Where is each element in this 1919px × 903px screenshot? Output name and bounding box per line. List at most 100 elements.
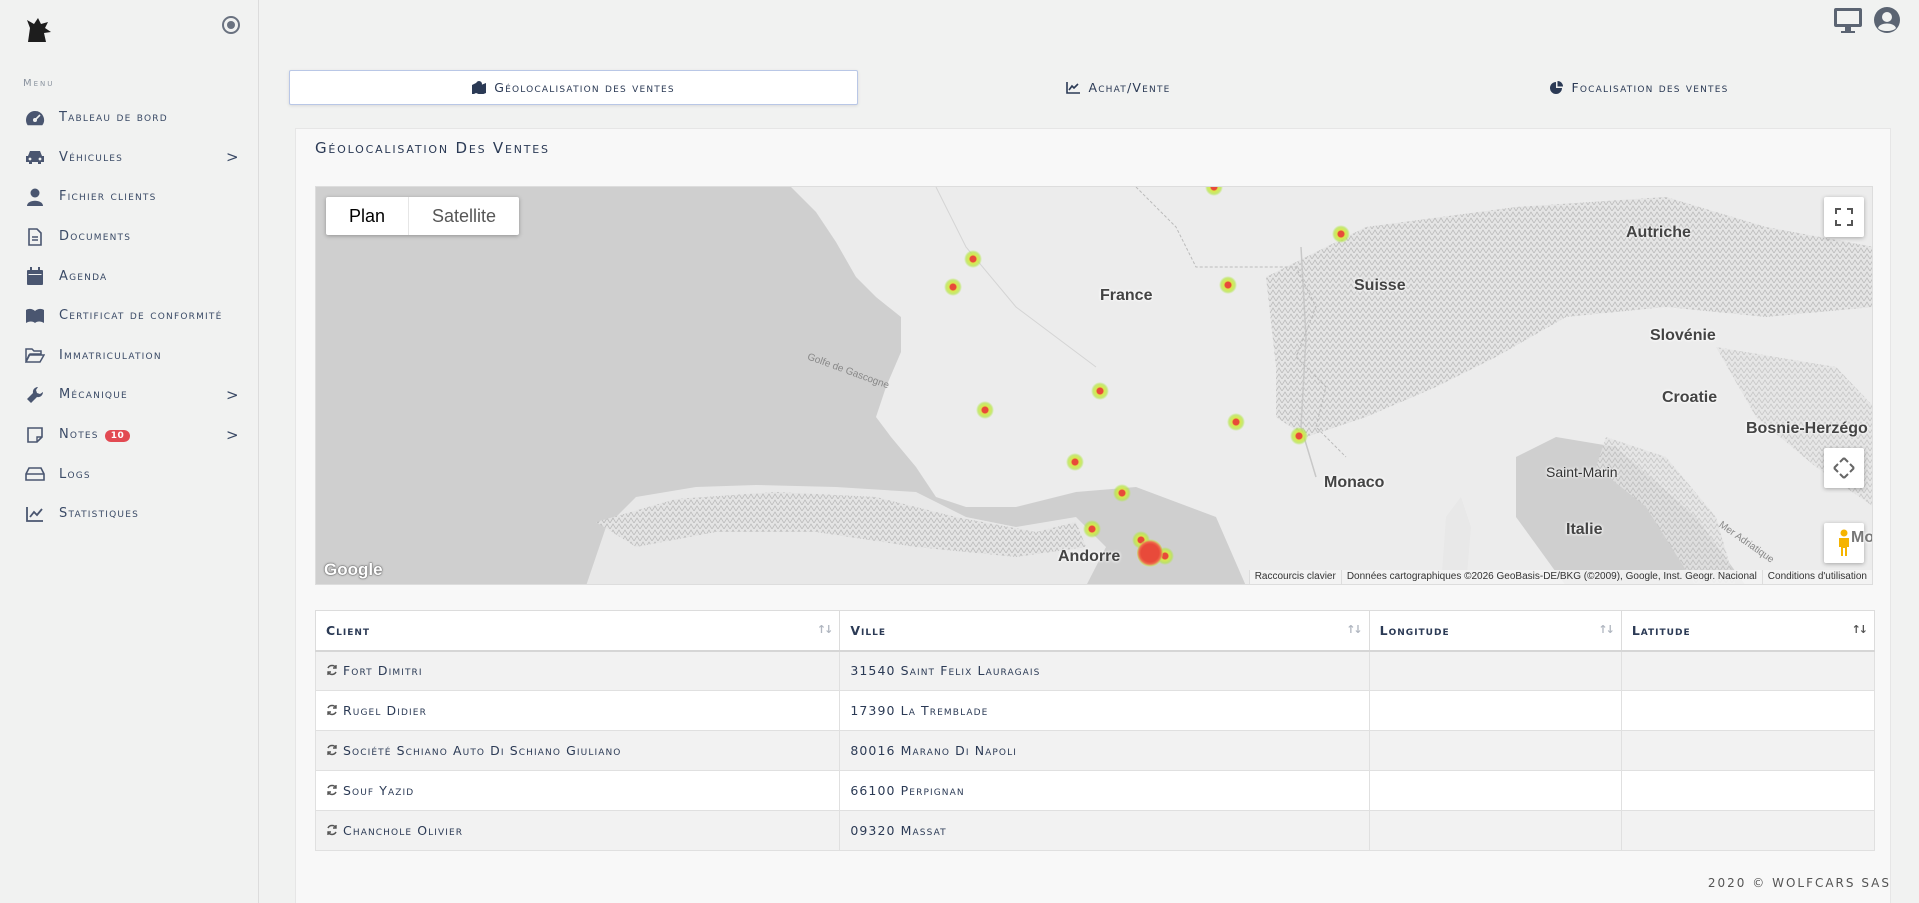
tab-achat-vente[interactable]: Achat/Vente	[858, 70, 1379, 105]
cell-client: Fort Dimitri	[314, 650, 841, 691]
client-name: Chanchole Olivier	[343, 823, 464, 838]
sort-icon: ↑↓	[1598, 623, 1615, 636]
cell-ville: 66100 Perpignan	[839, 770, 1370, 811]
sidebar-item-fichier-clients[interactable]: Fichier clients	[0, 177, 259, 217]
card-title: Géolocalisation Des Ventes	[315, 139, 550, 157]
sale-cluster-marker[interactable]	[1137, 539, 1163, 567]
client-name: Rugel Didier	[343, 703, 427, 718]
refresh-icon[interactable]	[326, 824, 338, 836]
tab-label: Achat/Vente	[1088, 80, 1171, 95]
sidebar-item-statistiques[interactable]: Statistiques	[0, 494, 259, 534]
cell-ville: 09320 Massat	[839, 810, 1370, 851]
refresh-icon[interactable]	[326, 784, 338, 796]
column-header-longitude[interactable]: Longitude ↑↓	[1368, 610, 1622, 652]
cell-longitude	[1368, 650, 1622, 691]
sidebar-nav: Tableau de bord Véhicules > Fichier clie…	[0, 98, 259, 534]
sidebar-item-certificat-de-conformite[interactable]: Certificat de conformité	[0, 296, 259, 336]
sale-marker[interactable]	[1113, 484, 1131, 502]
map-type-control: Plan Satellite	[326, 197, 520, 235]
cell-longitude	[1368, 690, 1622, 731]
terms-link[interactable]: Conditions d'utilisation	[1761, 570, 1872, 584]
document-icon	[24, 227, 46, 247]
pegman-icon	[1839, 529, 1849, 556]
map-label-slovenie: Slovénie	[1650, 327, 1716, 344]
table-row[interactable]: Société Schiano Auto Di Schiano Giuliano…	[314, 730, 1876, 771]
sale-marker[interactable]	[1066, 453, 1084, 471]
sidebar-item-documents[interactable]: Documents	[0, 217, 259, 257]
sales-map[interactable]: Plan Satellite France Suisse Autriche Sl…	[315, 186, 1873, 585]
client-name: Souf Yazid	[343, 783, 415, 798]
map-label-croatie: Croatie	[1662, 389, 1718, 406]
map-type-plan-button[interactable]: Plan	[326, 197, 410, 235]
sale-marker[interactable]	[944, 278, 962, 296]
sale-marker[interactable]	[976, 401, 994, 419]
tab-geolocalisation[interactable]: Géolocalisation des ventes	[289, 70, 858, 105]
user-account-icon[interactable]	[1873, 6, 1901, 34]
notes-count-badge: 10	[104, 430, 131, 443]
tab-label: Géolocalisation des ventes	[494, 80, 675, 95]
cell-client: Souf Yazid	[314, 770, 841, 811]
sale-marker[interactable]	[964, 250, 982, 268]
cell-longitude	[1368, 810, 1622, 851]
cell-latitude	[1620, 810, 1876, 851]
cell-client: Chanchole Olivier	[314, 810, 841, 851]
sidebar-item-label: Fichier clients	[59, 189, 157, 205]
sort-ascending-icon: ↑↓	[1851, 623, 1869, 636]
collapse-sidebar-icon[interactable]	[222, 16, 240, 34]
hdd-icon	[24, 464, 46, 484]
table-row[interactable]: Souf Yazid 66100 Perpignan	[314, 770, 1876, 811]
cell-latitude	[1620, 770, 1876, 811]
tachometer-icon	[24, 108, 46, 128]
map-label-monaco: Monaco	[1324, 474, 1385, 491]
pan-arrows-icon	[1833, 457, 1855, 479]
sidebar-item-tableau-de-bord[interactable]: Tableau de bord	[0, 98, 259, 138]
tab-label: Focalisation des ventes	[1571, 80, 1729, 95]
sidebar-item-label: Immatriculation	[59, 347, 162, 363]
keyboard-shortcuts-link[interactable]: Raccourcis clavier	[1248, 570, 1341, 584]
sidebar-item-mecanique[interactable]: Mécanique >	[0, 375, 259, 415]
sale-marker[interactable]	[1332, 225, 1350, 243]
table-row[interactable]: Fort Dimitri 31540 Saint Felix Lauragais	[314, 650, 1876, 691]
sidebar-item-label: Agenda	[59, 268, 108, 284]
column-header-ville[interactable]: Ville ↑↓	[839, 610, 1370, 652]
footer-copyright: 2020 © WOLFCARS SAS	[1707, 876, 1891, 890]
chevron-right-icon: >	[226, 385, 239, 404]
sale-marker[interactable]	[1091, 382, 1109, 400]
cell-ville: 31540 Saint Felix Lauragais	[839, 650, 1370, 691]
cell-ville: 80016 Marano Di Napoli	[839, 730, 1370, 771]
sidebar-item-notes[interactable]: Notes 10 >	[0, 415, 259, 455]
chevron-right-icon: >	[226, 148, 239, 167]
sale-marker[interactable]	[1083, 520, 1101, 538]
table-row[interactable]: Rugel Didier 17390 La Tremblade	[314, 690, 1876, 731]
map-label-suisse: Suisse	[1354, 277, 1406, 294]
cell-client: Société Schiano Auto Di Schiano Giuliano	[314, 730, 841, 771]
column-header-client[interactable]: Client ↑↓	[314, 610, 841, 652]
refresh-icon[interactable]	[326, 704, 338, 716]
tab-focalisation[interactable]: Focalisation des ventes	[1379, 70, 1900, 105]
refresh-icon[interactable]	[326, 664, 338, 676]
sort-icon: ↑↓	[816, 623, 834, 636]
sidebar-item-logs[interactable]: Logs	[0, 454, 259, 494]
sidebar-item-label: Documents	[59, 229, 132, 245]
sidebar-item-vehicules[interactable]: Véhicules >	[0, 138, 259, 178]
sale-marker[interactable]	[1227, 413, 1245, 431]
camera-control-button[interactable]	[1824, 448, 1864, 488]
sidebar-item-agenda[interactable]: Agenda	[0, 256, 259, 296]
sale-marker[interactable]	[1290, 427, 1308, 445]
line-chart-icon	[24, 504, 46, 524]
map-type-satellite-button[interactable]: Satellite	[409, 197, 519, 235]
wolf-logo-icon[interactable]	[24, 14, 54, 44]
column-header-latitude[interactable]: Latitude ↑↓	[1620, 610, 1876, 652]
table-row[interactable]: Chanchole Olivier 09320 Massat	[314, 810, 1876, 851]
refresh-icon[interactable]	[326, 744, 338, 756]
fullscreen-button[interactable]	[1824, 197, 1864, 237]
calendar-icon	[24, 266, 46, 286]
wrench-icon	[24, 385, 46, 405]
cell-longitude	[1368, 770, 1622, 811]
sale-marker[interactable]	[1219, 276, 1237, 294]
sales-table: Client ↑↓ Ville ↑↓ Longitude ↑↓ Latitude ↑↓ …	[314, 610, 1876, 851]
sort-icon: ↑↓	[1346, 623, 1363, 636]
sidebar-item-immatriculation[interactable]: Immatriculation	[0, 336, 259, 376]
monitor-icon[interactable]	[1833, 6, 1863, 34]
cell-latitude	[1620, 690, 1876, 731]
